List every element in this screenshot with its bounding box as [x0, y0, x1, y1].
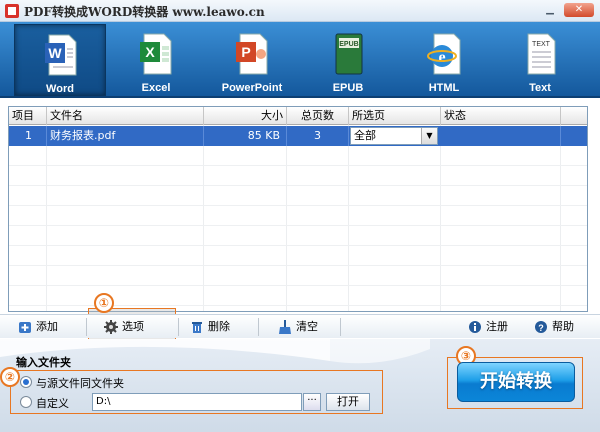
format-epub-label: EPUB [332, 82, 364, 94]
format-excel-label: Excel [141, 82, 171, 94]
clear-button[interactable]: 清空 [274, 315, 318, 339]
chevron-down-icon[interactable]: ▼ [421, 128, 437, 144]
trash-icon [192, 322, 202, 333]
custom-folder-radio[interactable] [20, 396, 32, 408]
page-select-dropdown[interactable]: 全部 ▼ [350, 127, 438, 145]
row-size: 85 KB [204, 126, 287, 146]
row-filename: 财务报表.pdf [47, 126, 204, 146]
column-status[interactable]: 状态 [441, 107, 561, 125]
epub-icon-text: EPUB [339, 41, 358, 48]
format-powerpoint-button[interactable]: P PowerPoint [206, 24, 298, 96]
column-filename[interactable]: 文件名 [47, 107, 204, 125]
info-icon [469, 321, 481, 333]
text-icon-text: TEXT [532, 41, 551, 48]
page-select-value: 全部 [354, 129, 376, 142]
gear-icon [104, 320, 118, 334]
svg-text:P: P [241, 44, 250, 60]
format-powerpoint-label: PowerPoint [221, 82, 283, 94]
row-status [441, 126, 561, 146]
close-icon[interactable]: ✕ [564, 3, 594, 17]
help-button[interactable]: ? 帮助 [530, 315, 574, 339]
help-icon: ? [535, 321, 547, 333]
svg-text:?: ? [538, 323, 544, 333]
excel-icon: X [140, 33, 172, 75]
app-logo-icon [5, 4, 19, 18]
format-word-button[interactable]: W Word [14, 24, 106, 96]
step-marker-1: ① [94, 293, 114, 313]
action-bar: 添加 选项 删除 清空 注册 ? 帮助 [0, 314, 600, 338]
column-pages[interactable]: 总页数 [287, 107, 349, 125]
svg-text:X: X [145, 44, 155, 60]
text-icon: TEXT [527, 33, 556, 75]
title-bar: PDF转换成WORD转换器 www.leawo.cn ▁ ✕ [0, 0, 600, 22]
minimize-icon[interactable]: ▁ [542, 3, 558, 17]
add-file-icon [19, 322, 31, 333]
powerpoint-icon: P [236, 33, 268, 75]
add-label: 添加 [36, 320, 58, 333]
format-html-button[interactable]: e HTML [398, 24, 490, 96]
options-label: 选项 [122, 320, 144, 333]
format-excel-button[interactable]: X Excel [110, 24, 202, 96]
format-html-label: HTML [428, 82, 460, 94]
format-epub-button[interactable]: EPUB EPUB [302, 24, 394, 96]
table-header: 项目 文件名 大小 总页数 所选页 状态 [9, 107, 587, 125]
column-size[interactable]: 大小 [204, 107, 287, 125]
output-folder-title: 输入文件夹 [16, 356, 71, 369]
broom-icon [279, 320, 291, 334]
delete-button[interactable]: 删除 [186, 315, 230, 339]
same-folder-radio[interactable] [20, 376, 32, 388]
column-index[interactable]: 项目 [9, 107, 47, 125]
step-marker-2: ② [0, 367, 20, 387]
row-pages: 3 [287, 126, 349, 146]
custom-folder-label: 自定义 [36, 397, 69, 410]
word-icon: W [45, 34, 77, 76]
open-folder-button[interactable]: 打开 [326, 393, 370, 411]
same-folder-label: 与源文件同文件夹 [36, 377, 124, 390]
start-convert-button[interactable]: 开始转换 [457, 362, 575, 402]
format-toolbar: W Word X Excel P PowerPoint EPUB EPUB e … [0, 22, 600, 98]
add-button[interactable]: 添加 [14, 315, 58, 339]
register-label: 注册 [486, 320, 508, 333]
column-selected-pages[interactable]: 所选页 [349, 107, 441, 125]
register-button[interactable]: 注册 [464, 315, 508, 339]
format-text-button[interactable]: TEXT Text [494, 24, 586, 96]
browse-button[interactable]: ··· [303, 393, 321, 411]
svg-text:W: W [48, 45, 62, 61]
file-table: 项目 文件名 大小 总页数 所选页 状态 1 财务报表.pdf 85 KB 3 … [8, 106, 588, 312]
delete-label: 删除 [208, 320, 230, 333]
format-text-label: Text [529, 82, 551, 94]
format-word-label: Word [46, 83, 74, 95]
row-index: 1 [9, 126, 47, 146]
epub-icon: EPUB [335, 33, 363, 75]
clear-label: 清空 [296, 320, 318, 333]
help-label: 帮助 [552, 320, 574, 333]
table-row[interactable]: 1 财务报表.pdf 85 KB 3 全部 ▼ [9, 126, 587, 146]
options-button[interactable]: 选项 [100, 315, 144, 339]
window-title: PDF转换成WORD转换器 www.leawo.cn [24, 5, 265, 19]
output-path-input[interactable]: D:\ [92, 393, 302, 411]
html-icon: e [427, 33, 461, 75]
